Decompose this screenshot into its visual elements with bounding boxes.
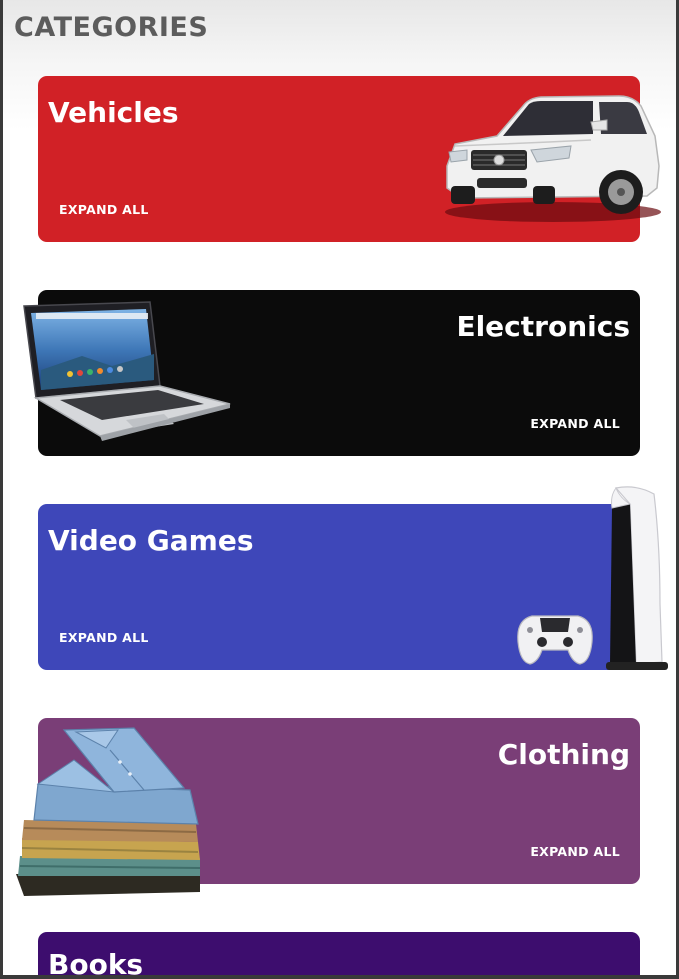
game-console-image	[517, 486, 668, 670]
category-card-video-games[interactable]: Video Games EXPAND ALL	[38, 486, 668, 670]
laptop-image	[23, 301, 231, 441]
categories-screen: CATEGORIES Vehicles EXPAND ALL Electroni…	[0, 0, 679, 979]
page-title: CATEGORIES	[14, 12, 209, 43]
category-title: Vehicles	[48, 96, 179, 129]
category-title: Clothing	[497, 738, 630, 771]
category-card-electronics[interactable]: Electronics EXPAND ALL	[23, 290, 640, 456]
category-title: Video Games	[48, 524, 254, 557]
expand-all-button[interactable]: EXPAND ALL	[530, 416, 620, 431]
window-frame-left	[0, 0, 3, 979]
window-frame-bottom	[0, 975, 679, 979]
category-title: Electronics	[456, 310, 630, 343]
shirt-stack-image	[16, 727, 201, 896]
category-card-books[interactable]: Books	[38, 932, 640, 979]
car-image	[445, 95, 661, 222]
expand-all-button[interactable]: EXPAND ALL	[59, 202, 149, 217]
expand-all-button[interactable]: EXPAND ALL	[530, 844, 620, 859]
category-card-clothing[interactable]: Clothing EXPAND ALL	[16, 718, 640, 896]
category-card-vehicles[interactable]: Vehicles EXPAND ALL	[38, 76, 661, 242]
expand-all-button[interactable]: EXPAND ALL	[59, 630, 149, 645]
